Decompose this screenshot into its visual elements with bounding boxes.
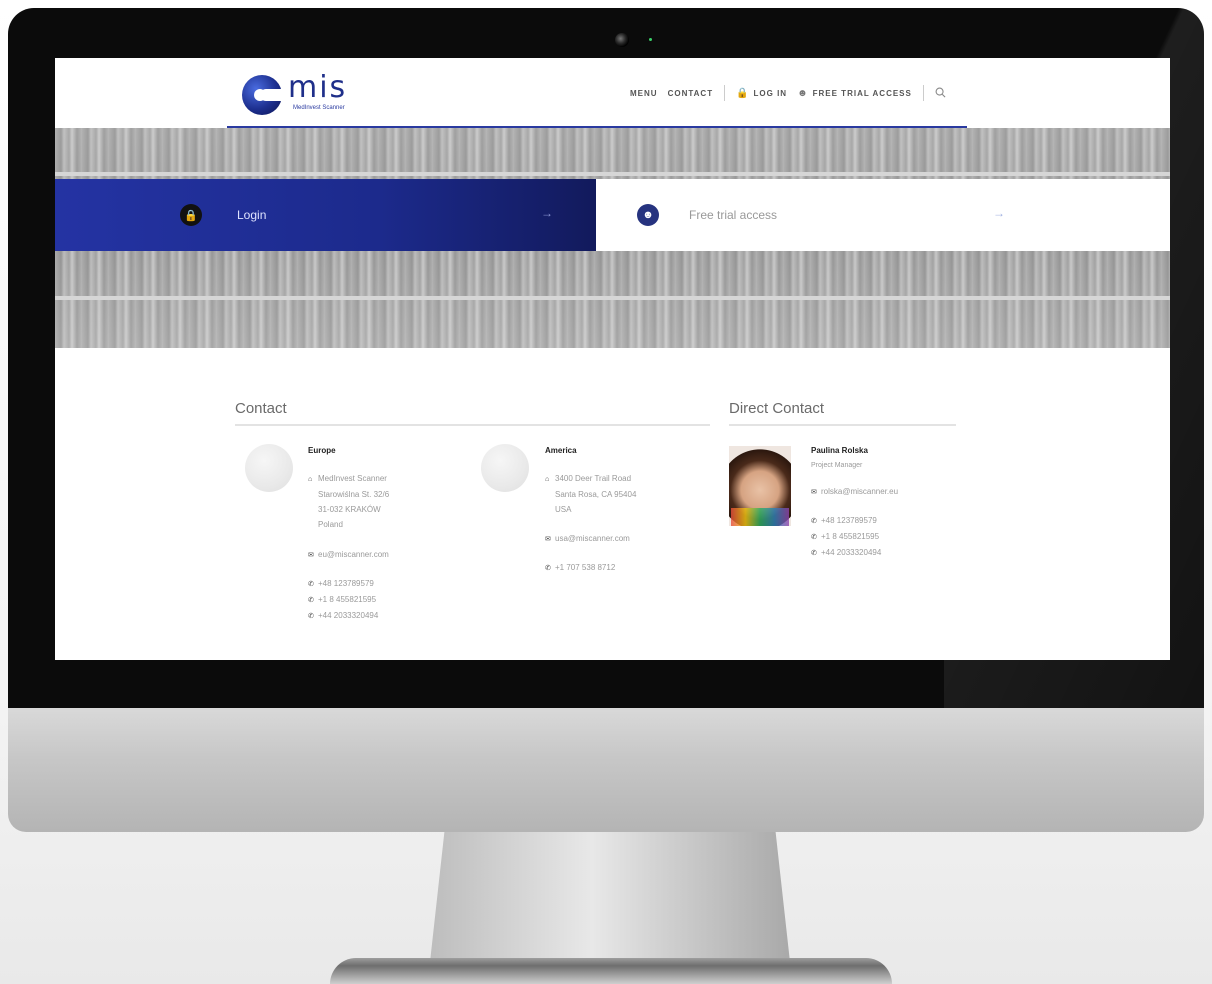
direct-contact-rule	[729, 424, 956, 426]
nav-contact[interactable]: CONTACT	[663, 89, 719, 98]
globe-icon	[245, 444, 293, 492]
america-heading: America	[545, 446, 577, 455]
monitor-chin	[8, 708, 1204, 832]
logo-text[interactable]: mis	[288, 70, 347, 105]
mail-icon: ✉	[811, 489, 817, 496]
address-line: Santa Rosa, CA 95404	[555, 490, 637, 499]
contact-rule	[235, 424, 710, 426]
europe-phones: ✆ +48 123789579 ✆ +1 8 455821595 ✆ +44 2033…	[308, 576, 378, 624]
direct-email-row: ✉ rolska@miscanner.eu	[811, 484, 898, 500]
phone-icon: ✆	[811, 550, 817, 557]
search-button[interactable]	[930, 87, 951, 100]
lock-icon: 🔒	[180, 204, 202, 226]
contact-title: Contact	[235, 400, 287, 417]
america-email-row: ✉ usa@miscanner.com	[545, 531, 630, 547]
phone-number[interactable]: +1 8 455821595	[821, 532, 879, 541]
website-screen: mis MedInvest Scanner MENU CONTACT 🔒 LOG …	[55, 58, 1170, 660]
logo-icon[interactable]	[242, 75, 282, 115]
phone-icon: ✆	[308, 581, 314, 588]
shelf-line	[55, 172, 1170, 176]
logo-subtitle: MedInvest Scanner	[293, 105, 345, 111]
search-icon	[935, 87, 946, 97]
trial-cta[interactable]: ☻ Free trial access →	[596, 179, 1170, 251]
address-line: MedInvest Scanner	[318, 474, 387, 483]
address-line: Starowiślna St. 32/6	[318, 490, 390, 499]
phone-number[interactable]: +48 123789579	[821, 516, 877, 525]
address-line: 31-032 KRAKÓW	[318, 505, 381, 514]
america-phones: ✆ +1 707 538 8712	[545, 560, 615, 576]
america-email[interactable]: usa@miscanner.com	[555, 534, 630, 543]
nav-menu[interactable]: MENU	[625, 89, 663, 98]
europe-email[interactable]: eu@miscanner.com	[318, 550, 389, 559]
login-cta[interactable]: 🔒 Login →	[55, 179, 596, 251]
camera-icon	[615, 33, 629, 47]
mail-icon: ✉	[545, 536, 551, 543]
america-address: ⌂ 3400 Deer Trail Road Santa Rosa, CA 954…	[545, 471, 636, 517]
phone-number[interactable]: +44 2033320494	[318, 611, 378, 620]
direct-email[interactable]: rolska@miscanner.eu	[821, 487, 898, 496]
europe-email-row: ✉ eu@miscanner.com	[308, 547, 389, 563]
home-icon: ⌂	[308, 476, 313, 483]
main-nav: MENU CONTACT 🔒 LOG IN ☻ FREE TRIAL ACCESS	[625, 84, 951, 102]
avatar	[729, 446, 791, 526]
phone-icon: ✆	[545, 565, 551, 572]
lock-icon: 🔒	[736, 87, 750, 99]
phone-icon: ✆	[308, 613, 314, 620]
monitor-stand-base	[330, 958, 892, 984]
phone-number[interactable]: +1 8 455821595	[318, 595, 376, 604]
nav-login-label: LOG IN	[753, 88, 788, 98]
camera-led	[649, 38, 652, 41]
site-header: mis MedInvest Scanner MENU CONTACT 🔒 LOG …	[55, 58, 1170, 128]
phone-icon: ✆	[811, 534, 817, 541]
address-line: Poland	[318, 520, 343, 529]
nav-divider	[724, 85, 726, 101]
nav-login[interactable]: 🔒 LOG IN	[731, 88, 792, 99]
address-line: USA	[555, 505, 572, 514]
direct-phones: ✆ +48 123789579 ✆ +1 8 455821595 ✆ +44 2033…	[811, 513, 881, 561]
phone-number[interactable]: +48 123789579	[318, 579, 374, 588]
europe-address: ⌂ MedInvest Scanner Starowiślna St. 32/6 …	[308, 471, 389, 532]
phone-icon: ✆	[308, 597, 314, 604]
direct-contact-title: Direct Contact	[729, 400, 825, 417]
nav-trial[interactable]: ☻ FREE TRIAL ACCESS	[792, 88, 917, 99]
nav-trial-label: FREE TRIAL ACCESS	[812, 88, 912, 98]
trial-cta-label: Free trial access	[689, 208, 778, 222]
user-icon: ☻	[797, 87, 809, 99]
phone-icon: ✆	[811, 518, 817, 525]
phone-number[interactable]: +44 2033320494	[821, 548, 881, 557]
address-line: 3400 Deer Trail Road	[555, 474, 632, 483]
mail-icon: ✉	[308, 552, 314, 559]
arrow-right-icon: →	[993, 206, 1005, 220]
contact-person-role: Project Manager	[811, 462, 863, 469]
europe-heading: Europe	[308, 446, 336, 455]
nav-divider	[922, 85, 924, 101]
monitor-stand	[430, 832, 790, 962]
shelf-line	[55, 296, 1170, 300]
library-banner: 🔒 Login → ☻ Free trial access →	[55, 128, 1170, 348]
phone-number[interactable]: +1 707 538 8712	[555, 563, 615, 572]
globe-icon	[481, 444, 529, 492]
user-icon: ☻	[637, 204, 659, 226]
home-icon: ⌂	[545, 476, 550, 483]
login-cta-label: Login	[237, 208, 267, 222]
contact-person-name: Paulina Rolska	[811, 446, 868, 455]
arrow-right-icon: →	[541, 206, 553, 220]
